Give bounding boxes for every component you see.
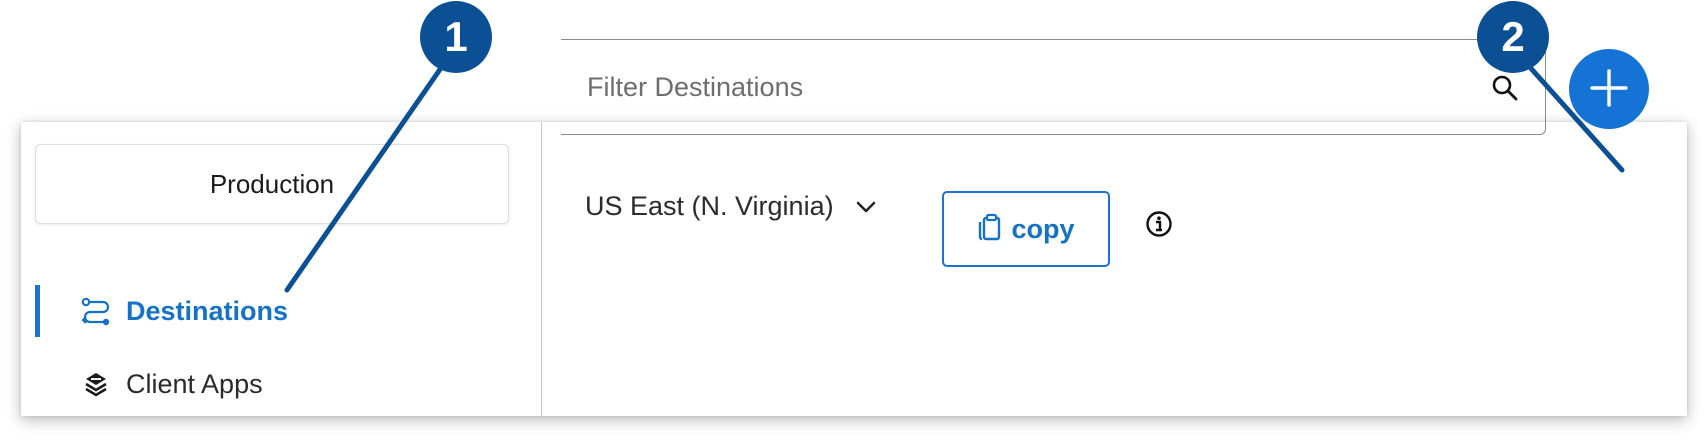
copy-button[interactable]: copy	[942, 191, 1110, 267]
add-destination-button[interactable]	[1569, 49, 1649, 129]
copy-label: copy	[1011, 213, 1075, 244]
environment-label: Production	[209, 168, 335, 199]
apps-icon	[78, 366, 114, 402]
search-field	[561, 39, 1546, 135]
destinations-panel: Production Destinations Client Apps	[21, 122, 1687, 416]
search-icon[interactable]	[1491, 74, 1519, 102]
callout-badge-2: 2	[1477, 1, 1549, 73]
sidebar: Production Destinations Client Apps	[21, 122, 542, 416]
sidebar-item-client-apps[interactable]: Client Apps	[35, 358, 520, 410]
region-label: US East (N. Virginia)	[585, 190, 834, 221]
callout-badge-1: 1	[420, 1, 492, 73]
sidebar-item-label: Client Apps	[126, 368, 263, 399]
environment-selector-button[interactable]: Production	[35, 144, 509, 224]
sidebar-item-label: Destinations	[126, 295, 289, 326]
info-icon[interactable]	[1145, 210, 1173, 238]
chevron-down-icon	[854, 194, 878, 218]
sidebar-item-destinations[interactable]: Destinations	[35, 285, 520, 337]
route-icon	[78, 293, 114, 329]
region-dropdown[interactable]: US East (N. Virginia)	[585, 183, 878, 229]
clipboard-icon	[977, 213, 1001, 246]
plus-icon	[1588, 67, 1630, 112]
search-input[interactable]	[585, 70, 1469, 104]
